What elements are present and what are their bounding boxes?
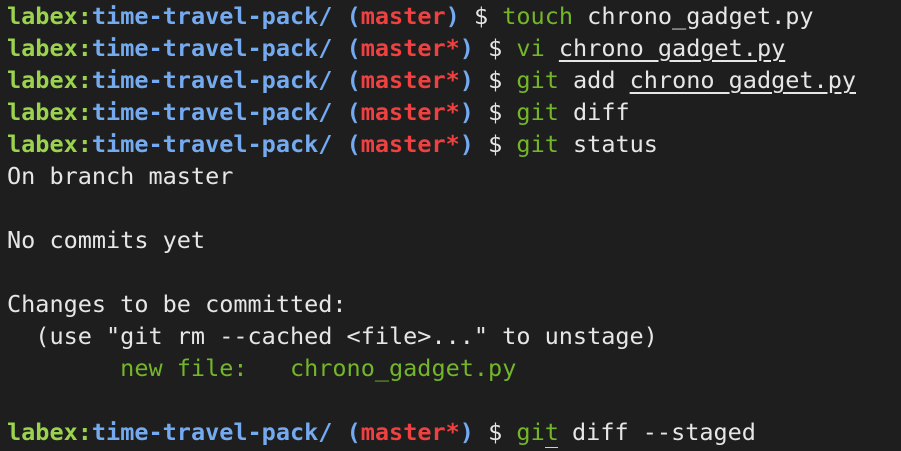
command-line-2: labex:time-travel-pack/ (master*) $ vi c… [7,32,901,64]
prompt-path: time-travel-pack/ [91,418,333,446]
new-file-label: new file: [7,354,290,382]
prompt-dollar: $ [488,130,503,158]
current-command-line[interactable]: labex:time-travel-pack/ (master*) $ git … [7,416,901,448]
prompt-path: time-travel-pack/ [91,66,333,94]
prompt-branch: master* [360,34,460,62]
command-line-1: labex:time-travel-pack/ (master) $ touch… [7,0,901,32]
prompt-dollar: $ [473,2,489,30]
prompt-paren-close: ) [459,130,474,158]
command-args-link[interactable]: chrono_gadget.py [559,34,785,62]
prompt-branch: master [360,2,446,30]
command-args: add chrono_gadget.py [573,66,856,94]
prompt-paren-close: ) [459,418,474,446]
prompt-user: labex [7,34,78,62]
terminal-window[interactable]: labex:time-travel-pack/ (master) $ touch… [0,0,901,451]
command-name: vi [516,34,545,62]
prompt-dollar: $ [488,418,503,446]
command-line-4: labex:time-travel-pack/ (master*) $ git … [7,96,901,128]
prompt-path: time-travel-pack/ [91,34,333,62]
new-file-name: chrono_gadget.py [289,354,517,382]
command-args-link[interactable]: chrono_gadget.py [630,66,856,94]
output-no-commits: No commits yet [7,226,206,254]
prompt-user: labex [7,418,78,446]
command-name: git [516,418,559,446]
prompt-paren-close: ) [459,66,474,94]
prompt-sep: : [77,2,92,30]
command-name: git [516,130,559,158]
prompt-path: time-travel-pack/ [91,98,333,126]
prompt-user: labex [7,98,78,126]
prompt-branch: master* [360,98,460,126]
prompt-sep: : [77,98,92,126]
output-new-file: new file: chrono_gadget.py [7,352,901,384]
output-on-branch: On branch master [7,162,234,190]
prompt-path: time-travel-pack/ [91,130,333,158]
command-line-3: labex:time-travel-pack/ (master*) $ git … [7,64,901,96]
command-name: git [516,98,559,126]
prompt-paren-open: ( [346,2,361,30]
prompt-paren-close: ) [445,2,460,30]
output-blank [7,256,901,288]
prompt-sep: : [77,34,92,62]
prompt-dollar: $ [488,98,503,126]
command-subcommand: add [573,66,630,94]
command-name: git [516,66,559,94]
command-args[interactable]: diff --staged [572,418,756,446]
prompt-paren-open: ( [346,130,361,158]
prompt-dollar: $ [488,66,503,94]
command-args: status [573,130,658,158]
prompt-branch: master* [360,130,460,158]
prompt-sep: : [77,130,92,158]
prompt-dollar: $ [488,34,503,62]
prompt-paren-close: ) [459,34,474,62]
prompt-user: labex [7,2,78,30]
prompt-paren-open: ( [346,98,361,126]
prompt-branch: master* [360,66,460,94]
output-blank [7,384,901,416]
prompt-paren-close: ) [459,98,474,126]
command-args: diff [573,98,630,126]
prompt-branch: master* [360,418,460,446]
command-name: touch [502,2,574,30]
command-line-5: labex:time-travel-pack/ (master*) $ git … [7,128,901,160]
output-blank [7,192,901,224]
prompt-user: labex [7,66,78,94]
prompt-sep: : [77,418,92,446]
prompt-paren-open: ( [346,418,361,446]
output-changes-header: Changes to be committed: [7,290,347,318]
text-cursor [544,447,558,448]
prompt-path: time-travel-pack/ [91,2,333,30]
command-args: chrono_gadget.py [587,2,814,30]
prompt-sep: : [77,66,92,94]
prompt-paren-open: ( [346,34,361,62]
output-hint: (use "git rm --cached <file>..." to unst… [7,322,658,350]
prompt-user: labex [7,130,78,158]
prompt-paren-open: ( [346,66,361,94]
